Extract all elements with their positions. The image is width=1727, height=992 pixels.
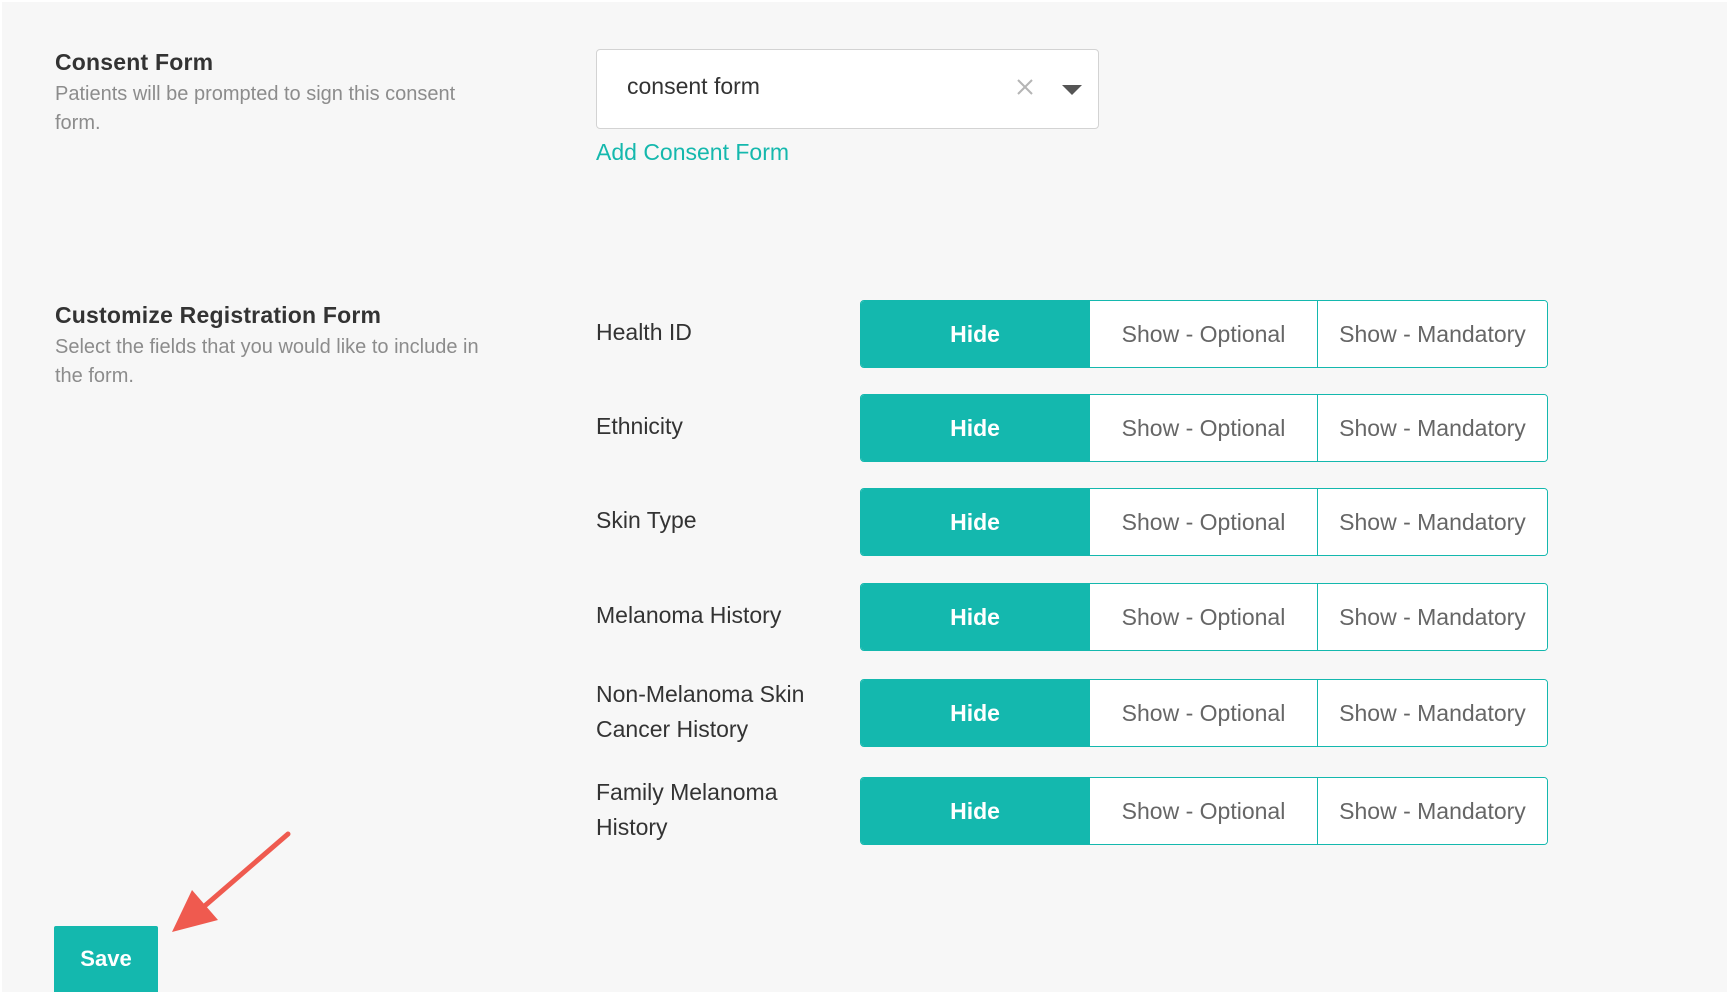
show-mandatory-option[interactable]: Show - Mandatory: [1317, 680, 1547, 746]
hide-option[interactable]: Hide: [861, 680, 1089, 746]
arrow-annotation: [172, 831, 291, 932]
hide-option[interactable]: Hide: [861, 584, 1089, 650]
visibility-toggle-skin-type: Hide Show - Optional Show - Mandatory: [860, 488, 1548, 556]
field-label: Non-Melanoma Skin Cancer History: [596, 681, 805, 742]
hide-option[interactable]: Hide: [861, 395, 1089, 461]
consent-form-title: Consent Form: [55, 49, 214, 75]
caret-down-icon[interactable]: [1060, 83, 1084, 97]
field-label: Health ID: [596, 319, 692, 345]
add-consent-form-link[interactable]: Add Consent Form: [596, 139, 789, 166]
visibility-toggle-melanoma-history: Hide Show - Optional Show - Mandatory: [860, 583, 1548, 651]
visibility-toggle-family-melanoma-history: Hide Show - Optional Show - Mandatory: [860, 777, 1548, 845]
visibility-toggle-non-melanoma-history: Hide Show - Optional Show - Mandatory: [860, 679, 1548, 747]
visibility-toggle-ethnicity: Hide Show - Optional Show - Mandatory: [860, 394, 1548, 462]
show-optional-option[interactable]: Show - Optional: [1089, 395, 1317, 461]
close-icon[interactable]: [1012, 72, 1038, 102]
field-label: Skin Type: [596, 507, 697, 533]
registration-form-title: Customize Registration Form: [55, 302, 382, 328]
hide-option[interactable]: Hide: [861, 301, 1089, 367]
field-label: Melanoma History: [596, 602, 782, 628]
consent-form-select-value: consent form: [627, 73, 760, 99]
save-button[interactable]: Save: [54, 926, 158, 992]
hide-option[interactable]: Hide: [861, 778, 1089, 844]
show-optional-option[interactable]: Show - Optional: [1089, 301, 1317, 367]
consent-form-select[interactable]: consent form: [596, 49, 1099, 129]
field-label: Ethnicity: [596, 413, 683, 439]
show-mandatory-option[interactable]: Show - Mandatory: [1317, 778, 1547, 844]
settings-panel: Consent Form Patients will be prompted t…: [2, 2, 1727, 992]
hide-option[interactable]: Hide: [861, 489, 1089, 555]
registration-form-description: Select the fields that you would like to…: [55, 336, 479, 387]
show-mandatory-option[interactable]: Show - Mandatory: [1317, 584, 1547, 650]
show-mandatory-option[interactable]: Show - Mandatory: [1317, 301, 1547, 367]
consent-form-description: Patients will be prompted to sign this c…: [55, 83, 456, 134]
show-optional-option[interactable]: Show - Optional: [1089, 584, 1317, 650]
show-optional-option[interactable]: Show - Optional: [1089, 680, 1317, 746]
field-label: Family Melanoma History: [596, 779, 778, 840]
show-mandatory-option[interactable]: Show - Mandatory: [1317, 489, 1547, 555]
show-mandatory-option[interactable]: Show - Mandatory: [1317, 395, 1547, 461]
visibility-toggle-health-id: Hide Show - Optional Show - Mandatory: [860, 300, 1548, 368]
show-optional-option[interactable]: Show - Optional: [1089, 778, 1317, 844]
show-optional-option[interactable]: Show - Optional: [1089, 489, 1317, 555]
